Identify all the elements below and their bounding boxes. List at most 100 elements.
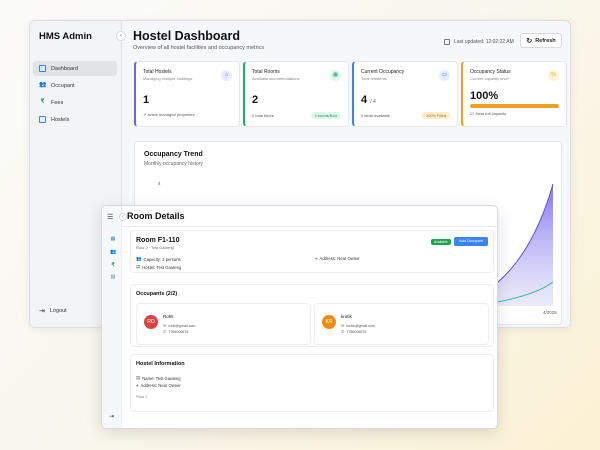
mail-icon: ✉ [163,323,167,328]
hostel-info-panel: Hostel Information ▤ Name: Test Gauteng … [130,354,494,412]
avatar: KR [322,315,336,329]
building-icon [39,116,46,123]
room-hostel-text: Hostel: Test Gauteng [142,264,182,270]
building-icon: ▦ [330,70,341,81]
card-subtitle: Available accommodations [252,76,300,81]
calendar-icon [444,39,450,45]
rupee-icon: ₹ [40,99,45,105]
building-icon: ▤ [136,375,141,380]
card-title: Occupancy Status [470,69,511,75]
occupancy-progress-bar [470,104,559,108]
sidebar-item-label: Occupant [51,82,75,89]
card-value-number: 4 [361,94,368,106]
logout-button[interactable]: ⇥ Logout [39,307,67,315]
occupant-card[interactable]: RO Rohit ✉ rohit@gmail.com ✆ 7766006876 [136,303,311,345]
room-address-text: Address: Near Owner [319,256,360,261]
phone-icon: ✆ [163,329,167,334]
card-value: 1 [143,94,232,106]
rupee-icon[interactable]: ₹ [110,262,116,268]
card-value-number: 1 [143,94,150,106]
page-subtitle: Overview of all hostel facilities and oc… [133,45,265,51]
users-icon[interactable]: 👥 [110,249,116,255]
x-axis-tick: 4/2025 [543,310,557,315]
card-value-suffix: / 4 [370,99,376,105]
card-value: 100% [470,90,559,102]
sidebar-nav: Dashboard 👥 Occupant ₹ Fees Hostels [33,61,117,129]
add-occupant-button[interactable]: Add Occupant [454,237,488,246]
stat-card-occupancy-status: Occupancy Status Current capacity level … [461,61,567,127]
building-icon: ▤ [136,264,141,269]
logout-icon[interactable]: ⇥ [109,413,114,420]
brand-title: HMS Admin [39,31,92,42]
room-details-window: ☰ ▦ 👥 ₹ ▤ ⇥ ‹ Room Details Room F1-110 F… [101,205,498,429]
building-icon[interactable]: ▤ [110,274,116,280]
card-subtitle: Total residents [361,76,387,81]
hostel-name: ▤ Name: Test Gauteng [136,375,181,381]
last-updated: Last updated: 12:02:22 AM [444,39,514,45]
stat-card-total-rooms: Total Rooms Available accommodations ▦ 2… [243,61,349,127]
hostel-floor: Floor 2 [136,395,148,399]
dashboard-icon[interactable]: ▦ [110,236,116,242]
y-axis-tick: 4 [158,181,161,186]
card-title: Total Rooms [252,69,280,75]
card-footer: ↗ active managed properties [143,112,195,117]
room-hostel: ▤ Hostel: Test Gauteng [136,264,181,270]
filled-badge: 100% Filled [422,112,450,119]
occupancy-progress-fill [470,104,559,108]
room-panel: Room F1-110 Floor 2 · Test Gauteng Avail… [130,230,494,273]
sidebar-item-label: Dashboard [51,65,78,72]
hostel-info-title: Hostel Information [136,361,185,367]
collapse-sidebar-button[interactable]: ‹ [119,213,127,221]
card-title: Current Occupancy [361,69,405,75]
rooms-per-floor-badge: 1 rooms/floor [310,112,341,119]
occupant-phone-text: 7766006876 [168,329,189,334]
dashboard-icon [39,65,46,72]
page-title: Hostel Dashboard [133,29,240,43]
hostel-name-text: Name: Test Gauteng [142,375,181,381]
card-footer: 0 beds available [361,113,390,118]
sidebar-item-occupant[interactable]: 👥 Occupant [33,78,117,93]
sidebar-item-dashboard[interactable]: Dashboard [33,61,117,76]
card-footer: 2 total floors [252,113,274,118]
menu-icon[interactable]: ☰ [107,213,113,221]
status-badge: Available [431,239,451,245]
occupants-title: Occupants (2/2) [136,291,178,297]
card-title: Total Hostels [143,69,172,75]
hostel-address: ⌖ Address: Near Owner [136,383,181,388]
occupant-phone: ✆ 7766006876 [341,329,366,334]
sidebar-item-fees[interactable]: ₹ Fees [33,95,117,110]
card-subtitle: Current capacity level [470,76,509,81]
card-value: 2 [252,94,341,106]
check-icon: ☑ [470,111,474,116]
sidebar-item-hostels[interactable]: Hostels [33,112,117,127]
room-capacity: 👥 Capacity: 2 persons [136,256,181,262]
stat-card-total-hostels: Total Hostels Managing multiple building… [134,61,240,127]
occupant-email-text: rohit@gmail.com [168,323,196,328]
logout-label: Logout [49,308,67,314]
users-icon: 👥 [39,82,47,88]
logout-icon: ⇥ [39,308,45,315]
location-pin-icon: ⌖ [315,256,318,261]
stat-card-current-occupancy: Current Occupancy Total residents ▭ 4 / … [352,61,458,127]
occupant-email: ✉ krutik@gmail.com [341,323,375,328]
occupant-phone-text: 7766006876 [346,329,367,334]
percent-icon: % [548,70,559,81]
room-subtitle: Floor 2 · Test Gauteng [136,246,174,250]
collapse-sidebar-button[interactable]: ‹ [116,31,126,41]
refresh-label: Refresh [535,37,556,44]
occupants-panel: Occupants (2/2) RO Rohit ✉ rohit@gmail.c… [130,284,494,347]
card-value-number: 2 [252,94,259,106]
card-value-number: 100% [470,90,499,102]
page-title: Room Details [127,211,185,221]
location-pin-icon: ⌖ [136,383,139,388]
occupant-email: ✉ rohit@gmail.com [163,323,195,328]
room-title: Room F1-110 [136,237,180,244]
phone-icon: ✆ [341,329,345,334]
card-subtitle: Managing multiple buildings [143,76,193,81]
avatar: RO [144,315,158,329]
room-sidebar: ☰ ▦ 👥 ₹ ▤ ⇥ [102,206,122,428]
occupant-phone: ✆ 7766006876 [163,329,188,334]
occupant-name: krutik [341,314,352,319]
occupant-card[interactable]: KR krutik ✉ krutik@gmail.com ✆ 776600687… [314,303,489,345]
refresh-button[interactable]: ↻ Refresh [520,33,562,48]
